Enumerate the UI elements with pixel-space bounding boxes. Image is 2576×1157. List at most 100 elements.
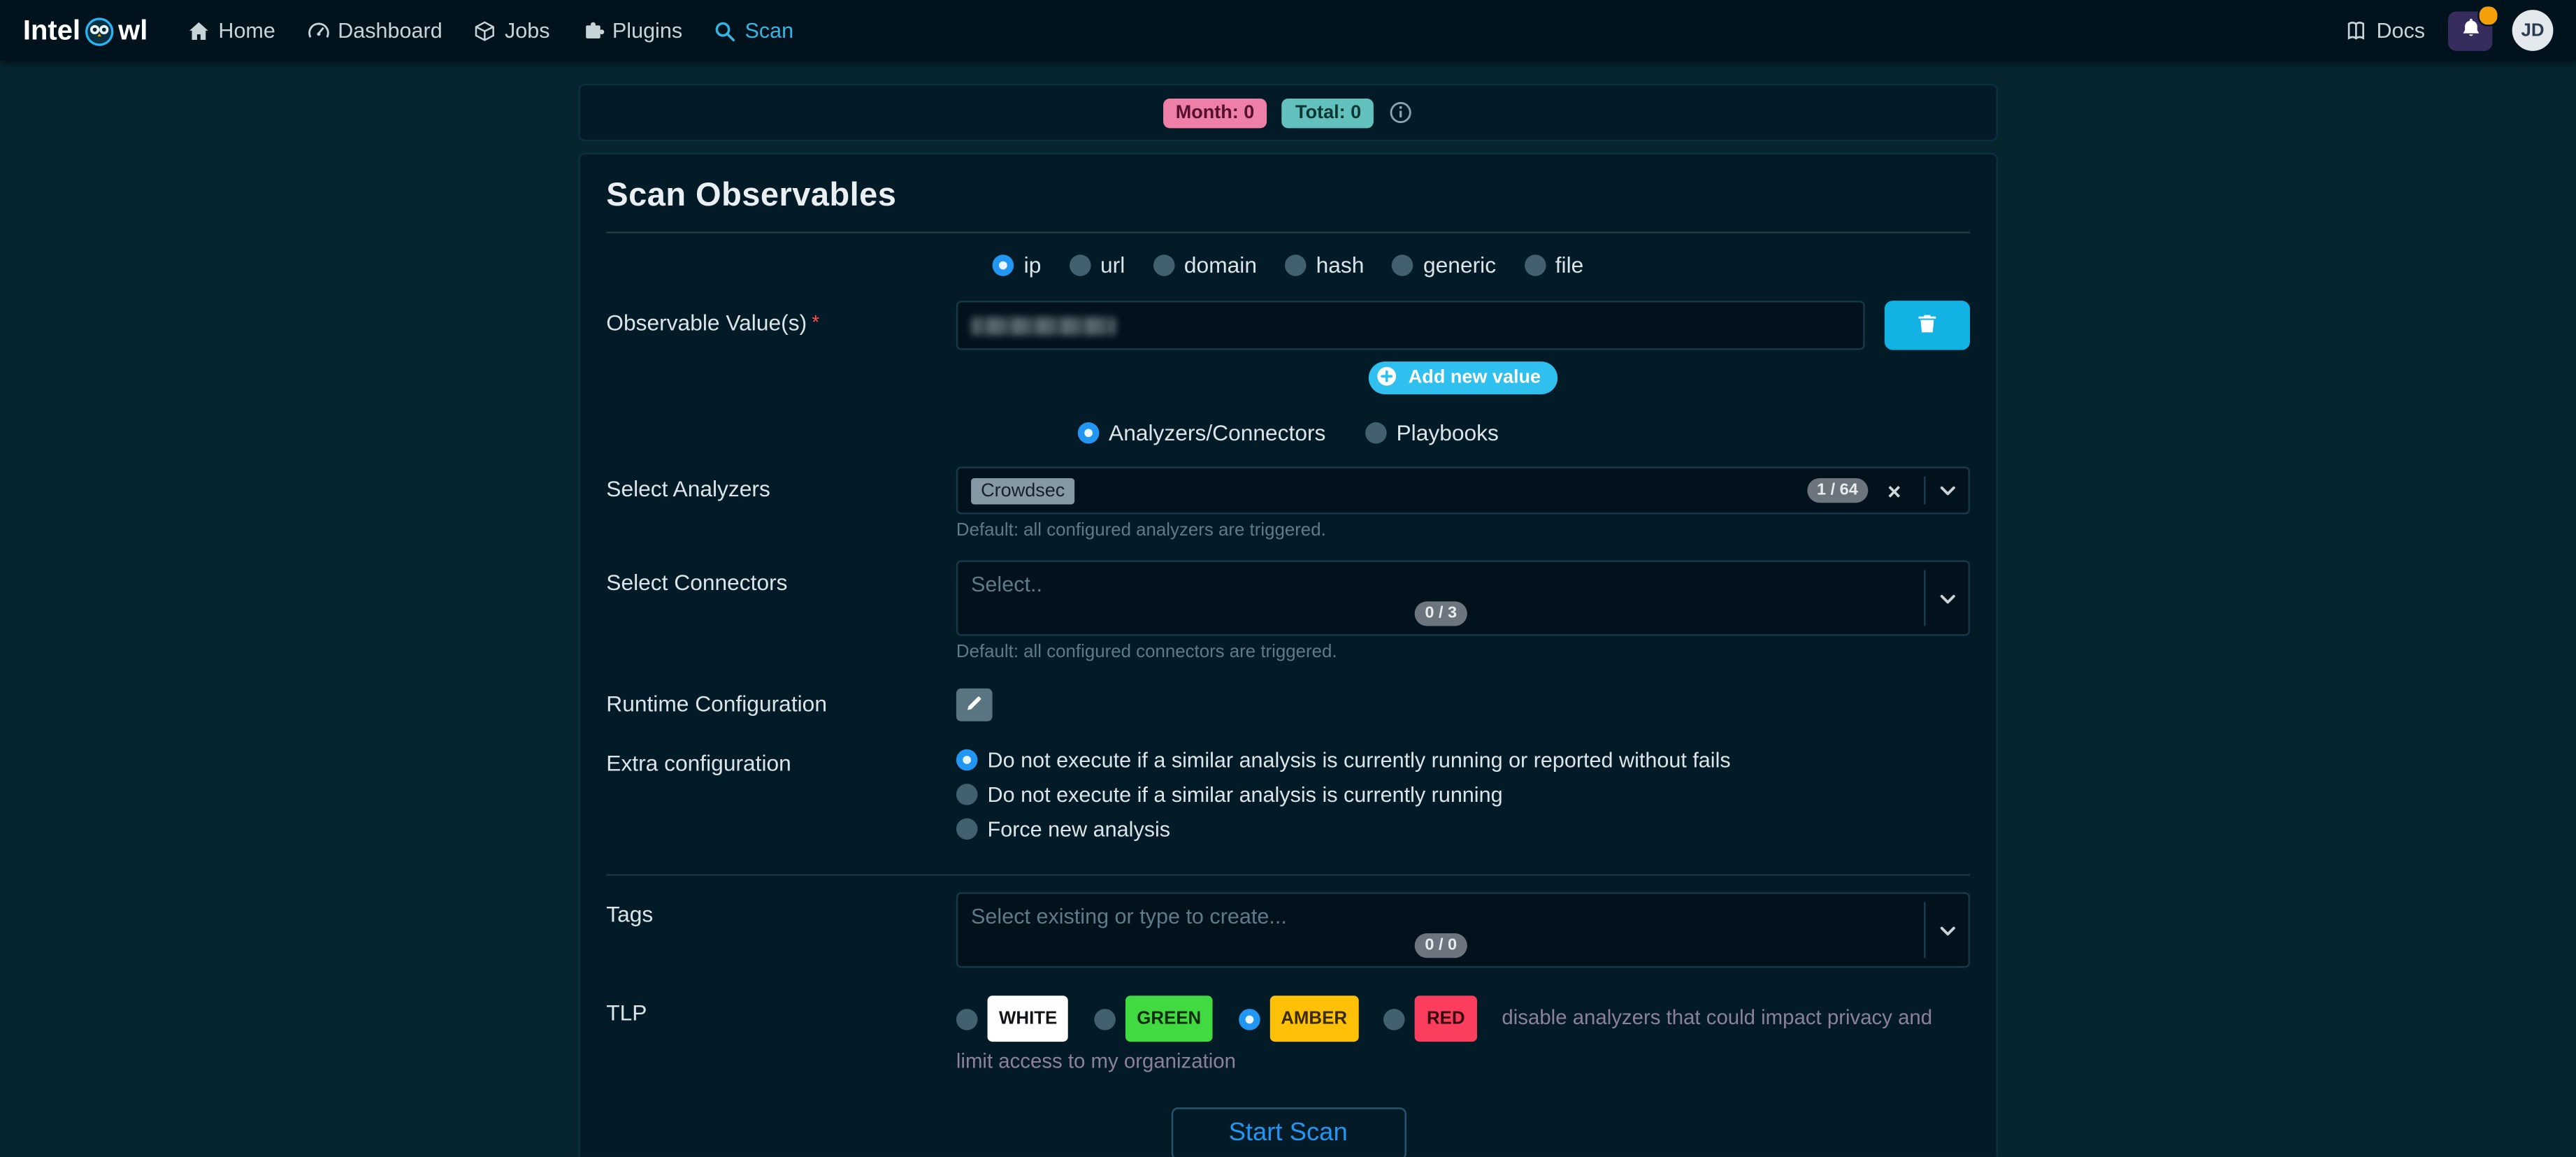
radio-icon	[1384, 1008, 1406, 1030]
nav-item-docs[interactable]: Docs	[2345, 18, 2425, 43]
owl-logo-icon	[82, 13, 116, 48]
add-new-value-button[interactable]: Add new value	[1369, 361, 1557, 394]
extra-radio-no-exec-running[interactable]: Do not execute if a similar analysis is …	[956, 782, 1970, 807]
extra-configuration-label: Extra configuration	[606, 741, 956, 775]
radio-selected-icon	[1238, 1008, 1260, 1030]
radio-label: hash	[1316, 253, 1365, 278]
nav-item-scan[interactable]: Scan	[714, 18, 793, 43]
select-connectors-row: Select Connectors Select.. 0 / 3 Default…	[606, 560, 1970, 682]
select-analyzers-label: Select Analyzers	[606, 466, 956, 501]
analyzers-count-badge: 1 / 64	[1807, 478, 1868, 503]
clear-selection-icon[interactable]: ×	[1878, 477, 1911, 504]
home-icon	[187, 19, 210, 42]
radio-icon	[1392, 254, 1413, 276]
notifications-button[interactable]	[2448, 10, 2492, 50]
intelowl-logo[interactable]: Intel wl	[23, 13, 147, 48]
radio-icon	[1365, 422, 1387, 444]
mode-radio-analyzers-connectors[interactable]: Analyzers/Connectors	[1077, 421, 1325, 445]
observable-value-label: Observable Value(s)*	[606, 301, 956, 335]
tlp-badge-white: WHITE	[988, 996, 1069, 1042]
extra-radio-force-new[interactable]: Force new analysis	[956, 817, 1970, 841]
nav-item-home[interactable]: Home	[187, 18, 275, 43]
tags-row: Tags Select existing or type to create..…	[606, 892, 1970, 968]
puzzle-icon	[581, 19, 604, 42]
chevron-down-icon[interactable]	[1926, 562, 1969, 634]
radio-icon	[1069, 254, 1091, 276]
top-navbar: Intel wl Home Dashboard Jobs Plugins Scan	[0, 0, 2576, 61]
tlp-row: TLP WHITE GREEN AMBER RED disable analyz…	[606, 991, 1970, 1081]
radio-icon	[1153, 254, 1174, 276]
radio-label: Playbooks	[1396, 421, 1498, 445]
nav-item-label: Plugins	[612, 18, 682, 43]
observable-value-row: Observable Value(s)* Add	[606, 301, 1970, 394]
radio-selected-icon	[956, 749, 978, 771]
radio-label: file	[1555, 253, 1584, 278]
remove-value-button[interactable]	[1885, 301, 1970, 350]
tlp-label: TLP	[606, 991, 956, 1025]
connectors-count-badge: 0 / 3	[1415, 601, 1467, 626]
chevron-down-icon[interactable]	[1926, 894, 1969, 966]
tags-count-badge: 0 / 0	[1415, 933, 1467, 958]
radio-label: url	[1100, 253, 1125, 278]
analyzers-helper-text: Default: all configured analyzers are tr…	[956, 521, 1970, 540]
month-count-badge: Month: 0	[1163, 98, 1267, 127]
start-scan-button[interactable]: Start Scan	[1171, 1107, 1406, 1157]
connectors-multiselect[interactable]: Select.. 0 / 3	[956, 560, 1970, 635]
notification-count-badge	[2477, 4, 2499, 26]
nav-item-label: Dashboard	[338, 18, 442, 43]
mode-radio-playbooks[interactable]: Playbooks	[1365, 421, 1499, 445]
divider	[606, 231, 1970, 233]
radio-icon	[956, 1008, 978, 1030]
nav-item-label: Scan	[744, 18, 793, 43]
divider	[606, 874, 1970, 875]
chevron-down-icon[interactable]	[1926, 468, 1969, 512]
radio-icon	[956, 818, 978, 840]
type-radio-url[interactable]: url	[1069, 253, 1125, 278]
radio-label: domain	[1184, 253, 1257, 278]
tlp-radio-amber[interactable]: AMBER	[1238, 996, 1358, 1042]
radio-selected-icon	[993, 254, 1014, 276]
connectors-placeholder: Select..	[971, 572, 1911, 596]
extra-configuration-row: Extra configuration Do not execute if a …	[606, 741, 1970, 854]
logo-text-suffix: wl	[118, 14, 147, 47]
type-radio-file[interactable]: file	[1524, 253, 1583, 278]
info-circle-icon[interactable]	[1389, 100, 1413, 124]
app: Intel wl Home Dashboard Jobs Plugins Scan	[0, 0, 2576, 1157]
nav-item-plugins[interactable]: Plugins	[581, 18, 682, 43]
tags-placeholder: Select existing or type to create...	[971, 904, 1911, 928]
logo-text-prefix: Intel	[23, 14, 80, 47]
observable-type-radio-group: ip url domain hash generic file	[606, 253, 1970, 278]
tags-multiselect[interactable]: Select existing or type to create... 0 /…	[956, 892, 1970, 968]
box-icon	[473, 19, 496, 42]
pencil-icon	[965, 693, 984, 717]
plus-circle-icon	[1376, 364, 1399, 392]
add-new-value-label: Add new value	[1409, 368, 1541, 387]
analyzers-multiselect[interactable]: Crowdsec 1 / 64 ×	[956, 466, 1970, 514]
tlp-badge-red: RED	[1416, 996, 1477, 1042]
tlp-radio-green[interactable]: GREEN	[1094, 996, 1213, 1042]
radio-label: Do not execute if a similar analysis is …	[988, 747, 1731, 772]
trash-icon	[1915, 311, 1938, 339]
user-avatar[interactable]: JD	[2512, 10, 2554, 51]
radio-icon	[1524, 254, 1546, 276]
connectors-helper-text: Default: all configured connectors are t…	[956, 642, 1970, 662]
observable-value-input[interactable]	[956, 301, 1865, 350]
extra-radio-no-exec-running-or-reported[interactable]: Do not execute if a similar analysis is …	[956, 747, 1970, 772]
type-radio-generic[interactable]: generic	[1392, 253, 1496, 278]
nav-item-label: Docs	[2376, 18, 2425, 43]
tags-label: Tags	[606, 892, 956, 926]
type-radio-ip[interactable]: ip	[993, 253, 1041, 278]
tlp-radio-red[interactable]: RED	[1384, 996, 1476, 1042]
type-radio-domain[interactable]: domain	[1153, 253, 1257, 278]
radio-icon	[1094, 1008, 1116, 1030]
type-radio-hash[interactable]: hash	[1285, 253, 1364, 278]
required-asterisk: *	[812, 310, 819, 333]
selected-analyzer-chip: Crowdsec	[971, 477, 1074, 504]
total-count-badge: Total: 0	[1282, 98, 1374, 127]
select-analyzers-row: Select Analyzers Crowdsec 1 / 64 × Defau…	[606, 466, 1970, 560]
nav-item-dashboard[interactable]: Dashboard	[307, 18, 442, 43]
nav-item-jobs[interactable]: Jobs	[473, 18, 549, 43]
edit-runtime-config-button[interactable]	[956, 689, 993, 721]
main-content: Month: 0 Total: 0 Scan Observables ip ur…	[578, 84, 1998, 1157]
tlp-radio-white[interactable]: WHITE	[956, 996, 1069, 1042]
